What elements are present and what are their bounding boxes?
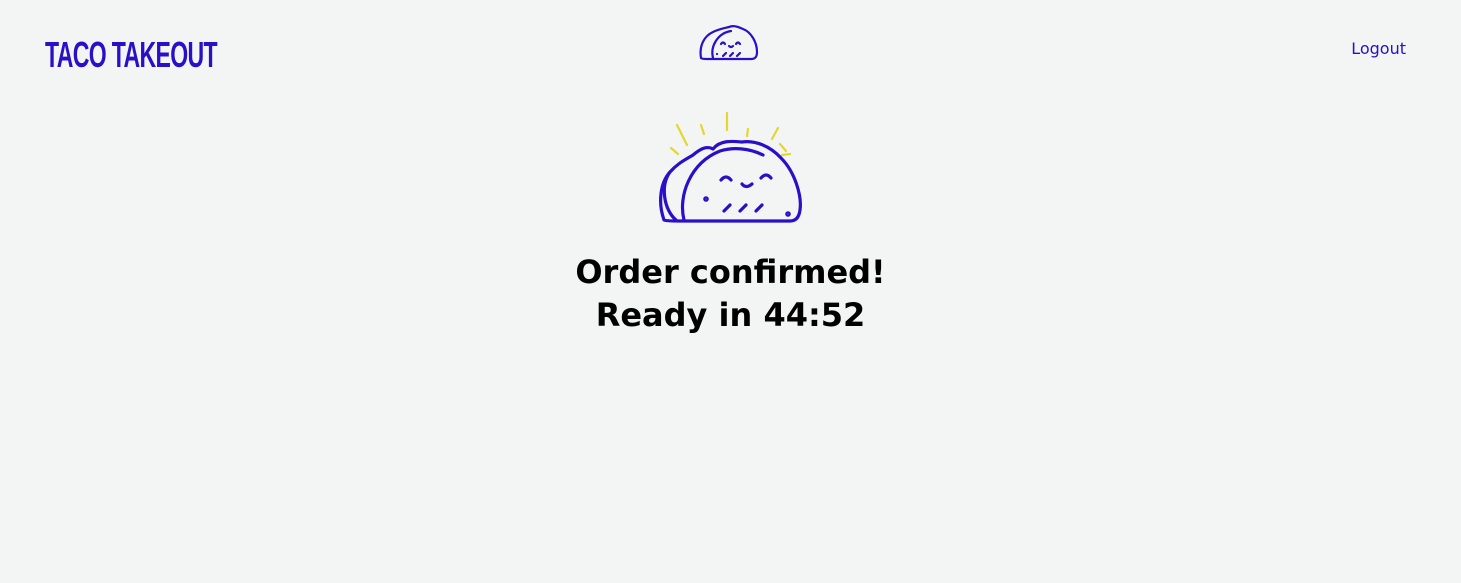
logout-link[interactable]: Logout	[1351, 38, 1406, 60]
brand-logo-text[interactable]: TACO TAKEOUT	[45, 35, 218, 75]
ready-time-text: Ready in 44:52	[595, 296, 866, 334]
taco-icon[interactable]	[697, 24, 761, 64]
happy-taco-icon	[659, 111, 802, 223]
order-confirmed-heading: Order confirmed!	[575, 253, 886, 291]
